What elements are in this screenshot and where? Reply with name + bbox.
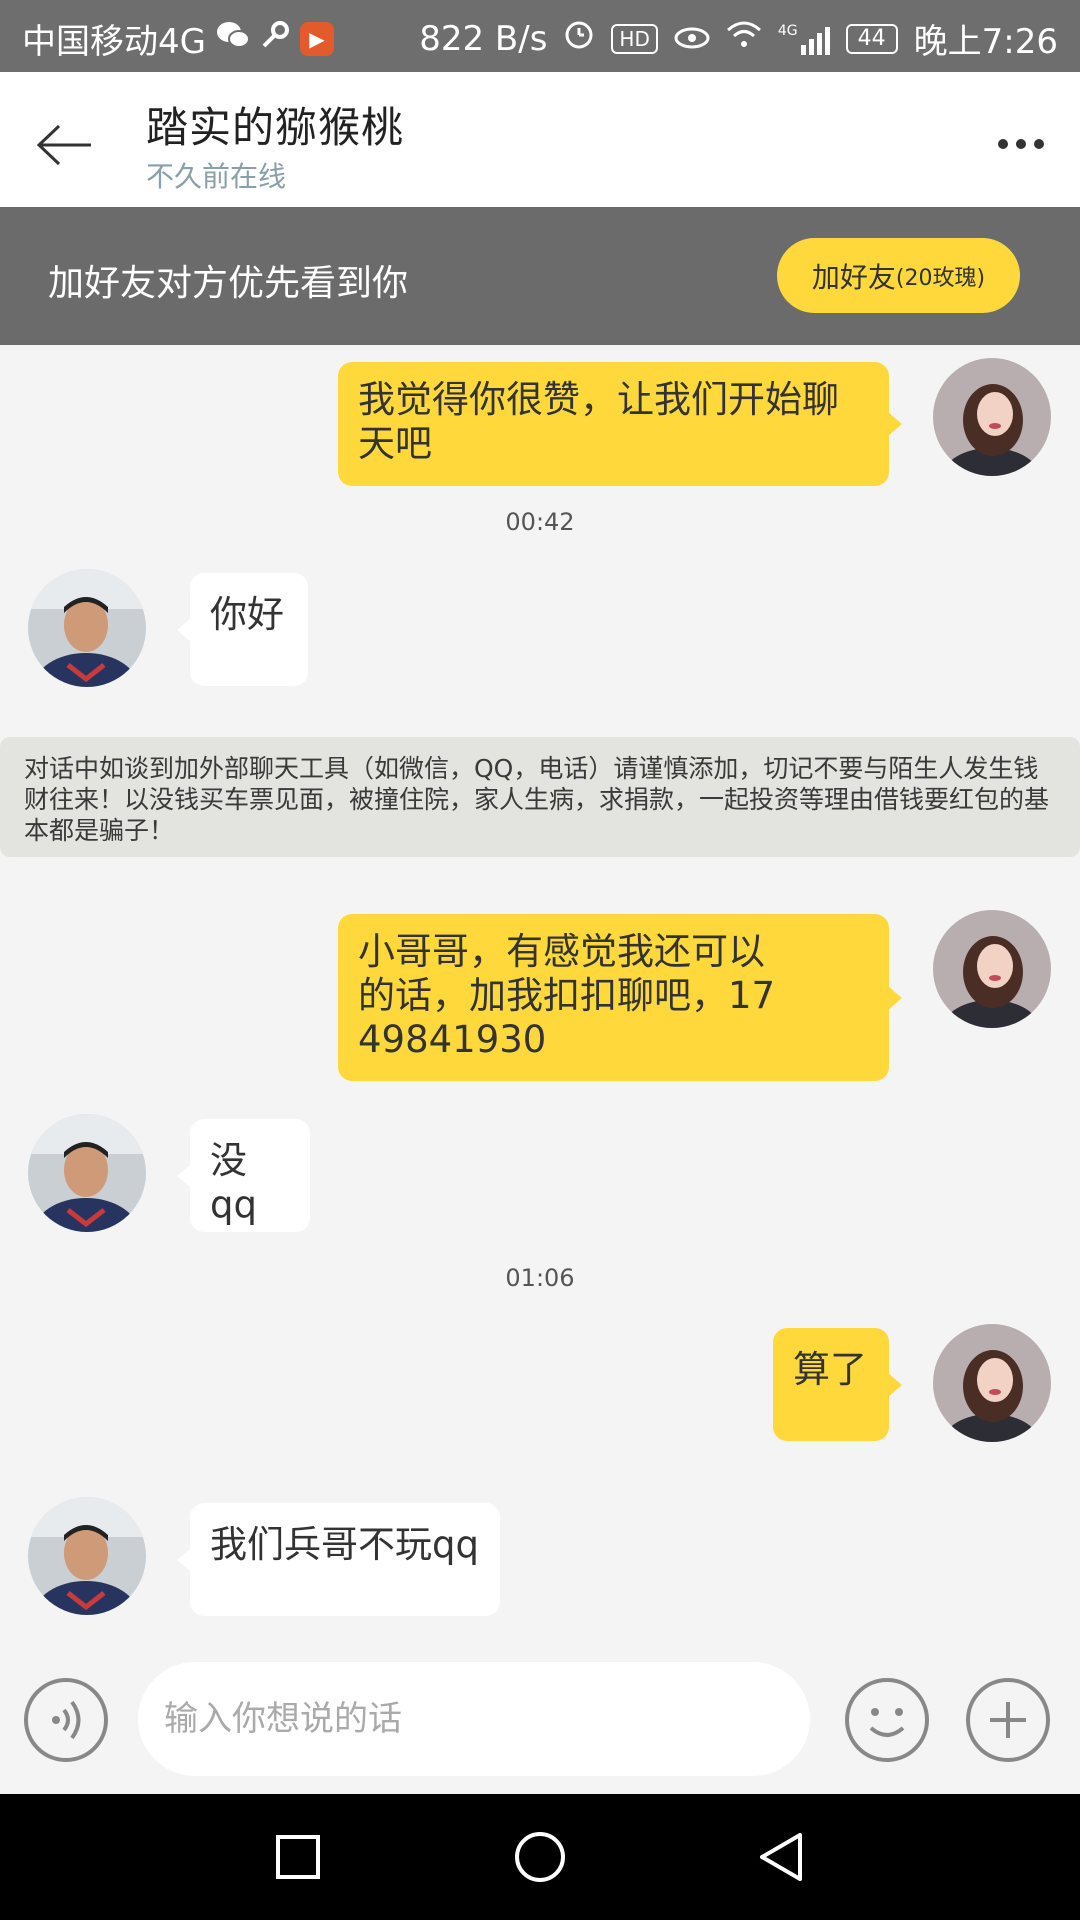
message-text: 算了 bbox=[793, 1348, 867, 1391]
status-bar: 中国移动4G ▶ 822 B/s HD 4G 44 晚上7:26 bbox=[0, 0, 1080, 72]
my-avatar[interactable] bbox=[933, 358, 1051, 476]
hd-badge: HD bbox=[611, 23, 658, 54]
more-icon bbox=[998, 139, 1044, 149]
contact-avatar[interactable] bbox=[28, 1114, 146, 1232]
message-bubble-incoming[interactable]: 没qq bbox=[177, 1119, 310, 1232]
system-nav-bar bbox=[0, 1794, 1080, 1920]
message-input[interactable] bbox=[138, 1662, 810, 1776]
my-avatar[interactable] bbox=[933, 910, 1051, 1028]
net-speed: 822 B/s bbox=[419, 18, 548, 59]
message-bubble-incoming[interactable]: 我们兵哥不玩qq bbox=[177, 1503, 500, 1616]
clock-time: 晚上7:26 bbox=[913, 22, 1058, 62]
nav-recent-icon bbox=[276, 1835, 320, 1879]
wifi-icon bbox=[726, 19, 762, 59]
more-actions-button[interactable] bbox=[966, 1678, 1050, 1762]
add-friend-banner: 加好友对方优先看到你 加好友 (20玫瑰) bbox=[0, 207, 1080, 345]
voice-button[interactable] bbox=[24, 1678, 108, 1762]
carrier-label: 中国移动4G bbox=[22, 22, 206, 62]
add-friend-label: 加好友 bbox=[811, 260, 896, 294]
back-arrow-icon bbox=[36, 124, 91, 166]
online-status: 不久前在线 bbox=[146, 160, 287, 193]
nav-recent-button[interactable] bbox=[268, 1827, 328, 1887]
my-avatar[interactable] bbox=[933, 1324, 1051, 1442]
nav-home-icon bbox=[515, 1832, 565, 1882]
contact-avatar[interactable] bbox=[28, 1497, 146, 1615]
contact-name: 踏实的猕猴桃 bbox=[146, 103, 405, 152]
key-icon bbox=[260, 19, 290, 59]
safety-warning: 对话中如谈到加外部聊天工具（如微信，QQ，电话）请谨慎添加，切记不要与陌生人发生… bbox=[0, 737, 1080, 857]
contact-avatar[interactable] bbox=[28, 569, 146, 687]
message-text: 没qq bbox=[210, 1139, 257, 1226]
message-bubble-outgoing[interactable]: 我觉得你很赞，让我们开始聊天吧 bbox=[338, 362, 902, 486]
wechat-icon bbox=[216, 19, 250, 59]
message-bubble-outgoing[interactable]: 小哥哥，有感觉我还可以的话，加我扣扣聊吧，1749841930 bbox=[338, 914, 902, 1081]
eye-icon bbox=[674, 19, 710, 59]
nav-back-button[interactable] bbox=[752, 1827, 812, 1887]
nav-back-icon bbox=[760, 1833, 802, 1881]
emoji-button[interactable] bbox=[845, 1678, 929, 1762]
nav-home-button[interactable] bbox=[510, 1827, 570, 1887]
plus-icon bbox=[990, 1702, 1026, 1738]
back-button[interactable] bbox=[30, 110, 100, 180]
banner-text: 加好友对方优先看到你 bbox=[48, 263, 409, 304]
add-friend-cost: (20玫瑰) bbox=[895, 265, 986, 291]
message-text: 我觉得你很赞，让我们开始聊天吧 bbox=[358, 378, 839, 465]
message-timestamp: 00:42 bbox=[505, 508, 575, 536]
signal-icon: 4G bbox=[778, 23, 830, 55]
emoji-icon bbox=[869, 1708, 905, 1737]
voice-icon bbox=[52, 1700, 81, 1740]
more-button[interactable] bbox=[990, 126, 1052, 162]
input-bar bbox=[0, 1638, 1080, 1794]
battery-indicator: 44 bbox=[845, 23, 898, 54]
chat-header: 踏实的猕猴桃 不久前在线 bbox=[0, 72, 1080, 207]
video-app-icon: ▶ bbox=[299, 21, 334, 56]
message-text: 小哥哥，有感觉我还可以的话，加我扣扣聊吧，1749841930 bbox=[358, 930, 776, 1061]
message-bubble-incoming[interactable]: 你好 bbox=[177, 573, 308, 686]
message-text: 我们兵哥不玩qq bbox=[210, 1523, 479, 1566]
alarm-icon bbox=[563, 18, 595, 59]
network-type-label: 4G bbox=[777, 22, 798, 39]
message-timestamp: 01:06 bbox=[505, 1264, 575, 1292]
message-text: 你好 bbox=[210, 593, 284, 636]
add-friend-button[interactable]: 加好友 (20玫瑰) bbox=[777, 238, 1020, 313]
message-bubble-outgoing[interactable]: 算了 bbox=[773, 1328, 902, 1441]
